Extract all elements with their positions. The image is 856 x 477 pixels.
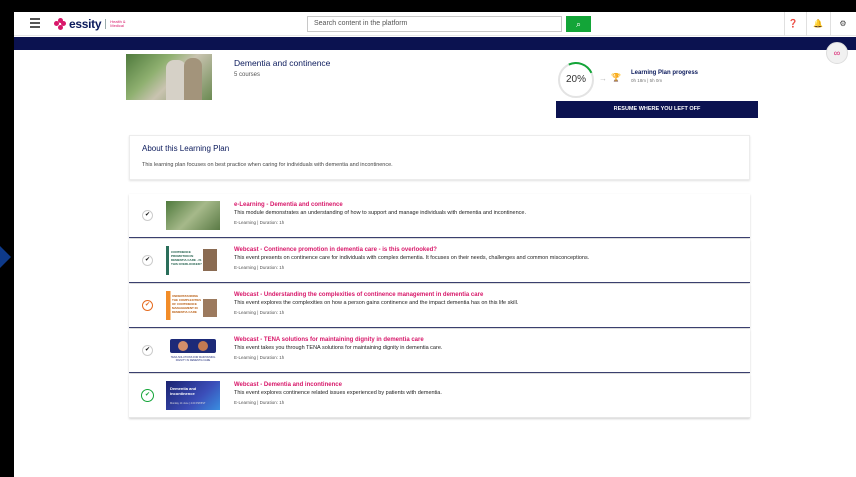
course-description: This event explores the complexities on … — [234, 300, 519, 306]
navigation-band — [14, 37, 856, 50]
search-input[interactable]: Search content in the platform — [307, 16, 562, 32]
course-title[interactable]: e-Learning - Dementia and continence — [234, 202, 343, 208]
progress-time: 0h 18m | 5h 0m — [631, 78, 663, 83]
course-list: ✔ e-Learning - Dementia and continence T… — [129, 194, 750, 419]
top-bar: essity Health & Medical Search content i… — [14, 12, 856, 36]
thumbnail-text: Dementia and incontinence — [170, 386, 197, 396]
course-thumbnail[interactable]: UNDERSTANDING THE COMPLEXITIES OF CONTIN… — [166, 291, 220, 320]
course-item[interactable]: ✔ e-Learning - Dementia and continence T… — [129, 194, 750, 238]
help-icon[interactable]: ❓ — [785, 16, 801, 32]
course-title[interactable]: Webcast - Continence promotion in dement… — [234, 247, 437, 253]
course-meta: E-Learning | Duration: 1h — [234, 355, 285, 360]
course-meta: E-Learning | Duration: 1h — [234, 265, 285, 270]
plan-course-count: 5 courses — [234, 72, 261, 78]
hamburger-icon[interactable] — [30, 18, 40, 28]
course-item[interactable]: ✔ UNDERSTANDING THE COMPLEXITIES OF CONT… — [129, 284, 750, 328]
toolbar-divider — [806, 12, 807, 36]
essity-logo-icon — [54, 18, 66, 30]
about-card: About this Learning Plan This learning p… — [129, 135, 750, 180]
course-meta: E-Learning | Duration: 1h — [234, 310, 285, 315]
thumbnail-subtext: Monday 14 June | 4.00 PM BST — [170, 402, 206, 405]
thumbnail-text: CONTINENCE PROMOTION IN DEMENTIA CARE - … — [171, 250, 202, 266]
about-title: About this Learning Plan — [142, 144, 230, 153]
course-meta: E-Learning | Duration: 1h — [234, 400, 285, 405]
progress-percent: 20% — [565, 74, 586, 85]
bell-icon[interactable]: 🔔 — [810, 16, 826, 32]
app-window: essity Health & Medical Search content i… — [14, 12, 856, 477]
course-item[interactable]: ✔ Dementia and incontinence Monday 14 Ju… — [129, 374, 750, 418]
about-text: This learning plan focuses on best pract… — [142, 162, 393, 168]
search-icon: ⌕ — [575, 19, 582, 29]
plan-hero-image — [126, 54, 212, 100]
resume-button[interactable]: RESUME WHERE YOU LEFT OFF — [556, 101, 758, 118]
course-item[interactable]: ✔ TENA SOLUTIONS FOR MAINTAINING DIGNITY… — [129, 329, 750, 373]
link-icon[interactable]: ∞ — [826, 42, 848, 64]
progress-ring: 20% — [552, 56, 600, 104]
course-title[interactable]: Webcast - Understanding the complexities… — [234, 292, 483, 298]
slide-indicator-arrow — [0, 246, 11, 268]
course-description: This module demonstrates an understandin… — [234, 210, 526, 216]
course-thumbnail[interactable]: CONTINENCE PROMOTION IN DEMENTIA CARE - … — [166, 246, 220, 275]
course-description: This event presents on continence care f… — [234, 255, 590, 261]
course-item[interactable]: ✔ CONTINENCE PROMOTION IN DEMENTIA CARE … — [129, 239, 750, 283]
brand-name: essity — [69, 17, 102, 31]
search-button[interactable]: ⌕ — [566, 16, 591, 32]
gear-icon[interactable]: ⚙ — [835, 16, 851, 32]
course-description: This event explores continence related i… — [234, 390, 442, 396]
toolbar-divider — [830, 12, 831, 36]
course-meta: E-Learning | Duration: 1h — [234, 220, 285, 225]
course-title[interactable]: Webcast - TENA solutions for maintaining… — [234, 337, 424, 343]
thumbnail-text: UNDERSTANDING THE COMPLEXITIES OF CONTIN… — [172, 294, 202, 314]
trophy-icon: 🏆 — [611, 73, 621, 82]
brand-logo[interactable]: essity Health & Medical — [54, 17, 126, 31]
brand-divider — [105, 19, 107, 29]
checkmark-icon: ✔ — [142, 255, 153, 266]
course-thumbnail[interactable]: TENA SOLUTIONS FOR MAINTAINING DIGNITY I… — [166, 336, 220, 365]
plan-title: Dementia and continence — [234, 58, 331, 68]
progress-label: Learning Plan progress — [631, 70, 699, 76]
checkmark-icon: ✔ — [142, 345, 153, 356]
arrow-right-icon: → — [599, 74, 607, 83]
thumbnail-text: TENA SOLUTIONS FOR MAINTAINING DIGNITY I… — [170, 356, 216, 362]
checkmark-icon: ✔ — [142, 300, 153, 311]
course-title[interactable]: Webcast - Dementia and incontinence — [234, 382, 342, 388]
checkmark-icon: ✔ — [142, 210, 153, 221]
course-description: This event takes you through TENA soluti… — [234, 345, 443, 351]
course-thumbnail[interactable]: Dementia and incontinence Monday 14 June… — [166, 381, 220, 410]
brand-subtitle: Health & Medical — [110, 19, 126, 28]
course-thumbnail[interactable] — [166, 201, 220, 230]
checkmark-icon: ✔ — [141, 389, 154, 402]
